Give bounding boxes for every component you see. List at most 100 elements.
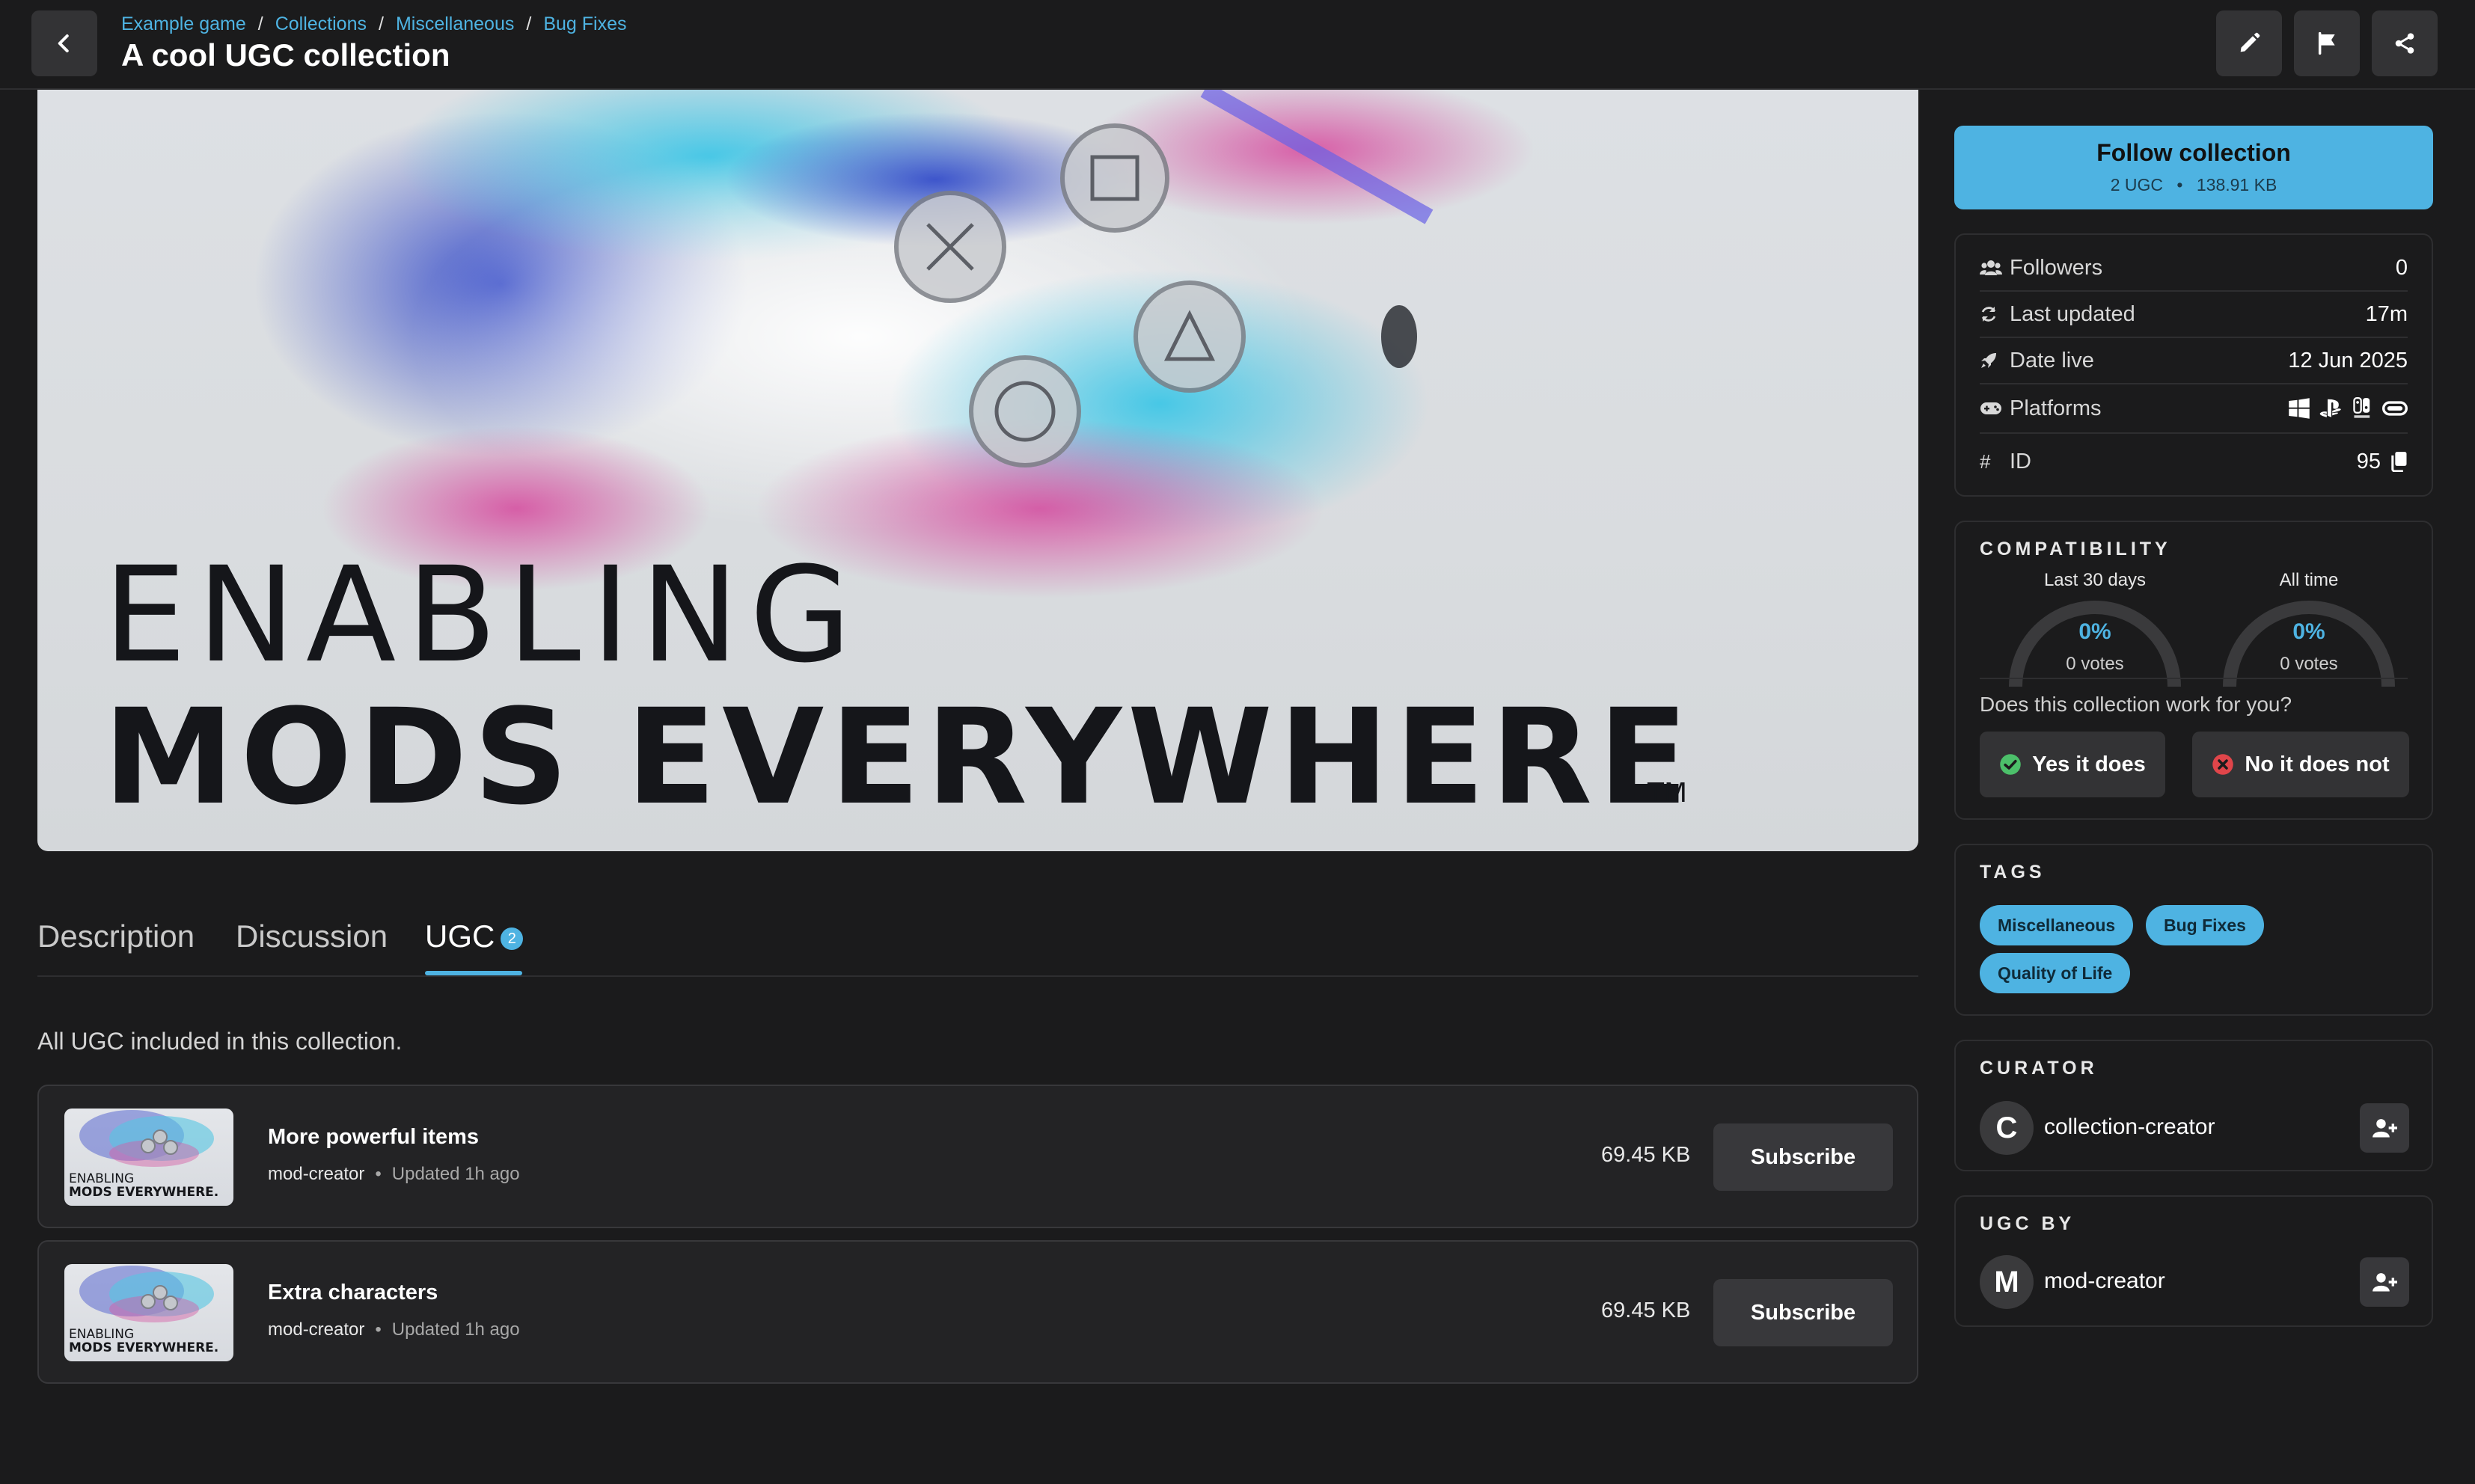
share-icon [2395,33,2414,54]
stat-value: 12 Jun 2025 [2288,348,2408,372]
ugc-list-item[interactable]: ENABLING MODS EVERYWHERE. More powerful … [37,1085,1918,1228]
content-tabs: Description Discussion UGC 2 [37,896,1918,977]
divider [1980,678,2408,679]
follow-collection-button[interactable]: Follow collection 2 UGC • 138.91 KB [1954,126,2433,209]
no-label: No it does not [2245,752,2390,776]
breadcrumb-separator: / [378,13,384,34]
active-tab-indicator [425,971,522,975]
curator-heading: CURATOR [1980,1058,2098,1079]
stat-platforms: Platforms [1980,384,2408,434]
share-button[interactable] [2372,10,2438,76]
ugc-name[interactable]: More powerful items [268,1125,479,1150]
follow-creator-button[interactable] [2360,1257,2409,1307]
x-circle-icon [2212,754,2234,775]
trademark-mark: TM [1648,778,1688,809]
platform-icons [2288,397,2408,420]
breadcrumb: Example game / Collections / Miscellaneo… [121,13,626,35]
breadcrumb-collections[interactable]: Collections [275,13,367,35]
gauge-votes-last30: 0 votes [2066,654,2124,674]
tag-quality-of-life[interactable]: Quality of Life [1980,953,2131,993]
hero-headline-line2: MODS EVERYWHERE [103,681,1695,834]
thumb-line1: ENABLING [69,1327,135,1342]
breadcrumb-bug-fixes[interactable]: Bug Fixes [543,13,626,35]
yes-label: Yes it does [2032,752,2146,776]
gauge-percent-last30: 0% [2078,619,2111,644]
follow-size: 138.91 KB [2196,175,2277,194]
ugc-by-name[interactable]: mod-creator [2044,1269,2165,1294]
avatar[interactable]: C [1980,1101,2034,1155]
gauge-label-alltime: All time [2279,570,2339,590]
id-value: 95 [2356,449,2381,473]
chevron-left-icon [58,34,69,52]
gamepad-icon [1980,397,2002,420]
follow-meta: 2 UGC • 138.91 KB [1954,175,2433,195]
stat-label: Date live [2010,348,2094,372]
meta-separator: • [2176,175,2183,194]
meta-quest-icon [2382,401,2408,416]
ugc-name[interactable]: Extra characters [268,1281,438,1305]
tab-ugc[interactable]: UGC 2 [425,919,524,954]
breadcrumb-separator: / [526,13,532,34]
tab-description[interactable]: Description [37,919,195,954]
ugc-meta: mod-creator • Updated 1h ago [268,1164,520,1185]
thumb-line2: MODS EVERYWHERE. [69,1340,219,1355]
switch-icon [2353,397,2370,418]
subscribe-button[interactable]: Subscribe [1713,1123,1893,1191]
page-title: A cool UGC collection [121,37,450,73]
compatibility-panel: COMPATIBILITY Last 30 days 0% 0 votes Al… [1954,521,2433,820]
stat-followers: Followers 0 [1980,245,2408,292]
curator-name[interactable]: collection-creator [2044,1114,2215,1140]
ugc-count-badge: 2 [501,927,524,950]
stats-panel: Followers 0 Last updated 17m Date live 1… [1954,233,2433,497]
refresh-icon [1980,303,2002,325]
ugc-thumbnail: ENABLING MODS EVERYWHERE. [64,1264,233,1361]
tab-discussion[interactable]: Discussion [236,919,388,954]
copy-icon[interactable] [2390,451,2408,472]
stat-last-updated: Last updated 17m [1980,292,2408,338]
breadcrumb-miscellaneous[interactable]: Miscellaneous [396,13,514,35]
ugc-by-panel: UGC BY M mod-creator [1954,1195,2433,1327]
ugc-intro-text: All UGC included in this collection. [37,1028,403,1055]
report-button[interactable] [2294,10,2360,76]
gauge-percent-alltime: 0% [2292,619,2325,644]
yes-it-does-button[interactable]: Yes it does [1980,732,2165,797]
meta-separator: • [375,1164,382,1184]
avatar[interactable]: M [1980,1255,2034,1309]
breadcrumb-example-game[interactable]: Example game [121,13,246,35]
follow-curator-button[interactable] [2360,1103,2409,1153]
ugc-updated: Updated 1h ago [391,1319,520,1340]
check-circle-icon [2000,754,2021,775]
stat-label: Platforms [2010,396,2102,420]
hero-banner: ENABLING MODS EVERYWHERE TM [37,90,1918,851]
tag-miscellaneous[interactable]: Miscellaneous [1980,905,2134,945]
subscribe-button[interactable]: Subscribe [1713,1279,1893,1346]
stat-id: # ID 95 [1980,437,2408,486]
edit-button[interactable] [2216,10,2282,76]
ugc-by-heading: UGC BY [1980,1213,2075,1234]
flag-icon [2318,31,2335,55]
follow-label: Follow collection [2096,139,2291,166]
gauge-label-last30: Last 30 days [2043,570,2147,590]
stat-value: 17m [2365,301,2408,326]
ugc-size: 69.45 KB [1601,1143,1691,1167]
tags-heading: TAGS [1980,862,2046,883]
ugc-meta: mod-creator • Updated 1h ago [268,1319,520,1340]
users-icon [1980,257,2002,279]
stat-label: ID [2010,449,2031,473]
tags-panel: TAGS Miscellaneous Bug Fixes Quality of … [1954,844,2433,1016]
rocket-icon [1980,349,2002,372]
ugc-author[interactable]: mod-creator [268,1319,364,1340]
tag-bug-fixes[interactable]: Bug Fixes [2146,905,2264,945]
playstation-icon [2319,399,2341,417]
hero-headline-line1: ENABLING [103,539,862,692]
stat-date-live: Date live 12 Jun 2025 [1980,338,2408,384]
ugc-list-item[interactable]: ENABLING MODS EVERYWHERE. Extra characte… [37,1240,1918,1384]
no-it-does-not-button[interactable]: No it does not [2192,732,2409,797]
ugc-updated: Updated 1h ago [391,1164,520,1184]
compatibility-heading: COMPATIBILITY [1980,539,2171,559]
breadcrumb-separator: / [257,13,263,34]
stat-value-id: 95 [2357,450,2408,474]
back-button[interactable] [31,10,97,76]
user-plus-icon [2372,1273,2397,1292]
ugc-author[interactable]: mod-creator [268,1164,364,1184]
